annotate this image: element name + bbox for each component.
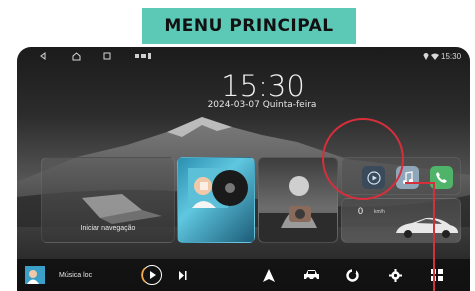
navigation-card[interactable]: Iniciar navegação (41, 157, 175, 243)
bottom-dock: Música loc (17, 259, 470, 291)
speed-unit: km/h (374, 209, 385, 215)
car-image (396, 217, 458, 238)
refresh-app-button[interactable] (342, 259, 362, 291)
next-track-icon (179, 270, 187, 280)
recent-apps-icon[interactable] (103, 50, 111, 62)
speed-card: 0 km/h (341, 198, 461, 243)
navigation-arrow-icon (263, 268, 275, 282)
car-icon (303, 270, 319, 281)
wifi-icon (431, 50, 439, 62)
play-icon (141, 265, 162, 285)
home-icon[interactable] (72, 50, 81, 62)
location-icon (423, 50, 429, 62)
start-navigation-label: Iniciar navegação (80, 225, 136, 232)
back-icon[interactable] (39, 50, 47, 62)
notification-icons (135, 50, 155, 62)
refresh-app-icon (345, 268, 359, 282)
menu-principal-badge: MENU PRINCIPAL (142, 8, 356, 44)
pointer-line-horizontal (405, 182, 435, 184)
navigation-arrow-button[interactable] (259, 259, 279, 291)
speed-value: 0 (358, 206, 364, 216)
album-art (188, 168, 248, 208)
clock-time: 15:30 (221, 69, 305, 103)
head-unit-screen: 15:30 15:30 2024-03-07 Quinta-feira Inic… (17, 47, 470, 291)
music-thumbnail[interactable] (23, 259, 47, 291)
media-album-card[interactable] (177, 157, 255, 243)
settings-icon (388, 268, 402, 282)
car-button[interactable] (301, 259, 321, 291)
clock-date: 2024-03-07 Quinta-feira (207, 100, 317, 110)
next-track-button[interactable] (175, 259, 191, 291)
settings-button[interactable] (385, 259, 405, 291)
music-label: Música loc (59, 271, 93, 279)
highlight-circle (322, 118, 404, 200)
statusbar-time: 15:30 (441, 51, 462, 61)
status-bar: 15:30 (17, 47, 470, 65)
pointer-line-vertical (433, 182, 435, 291)
play-button[interactable] (139, 259, 165, 291)
apps-grid-button[interactable] (427, 259, 447, 291)
